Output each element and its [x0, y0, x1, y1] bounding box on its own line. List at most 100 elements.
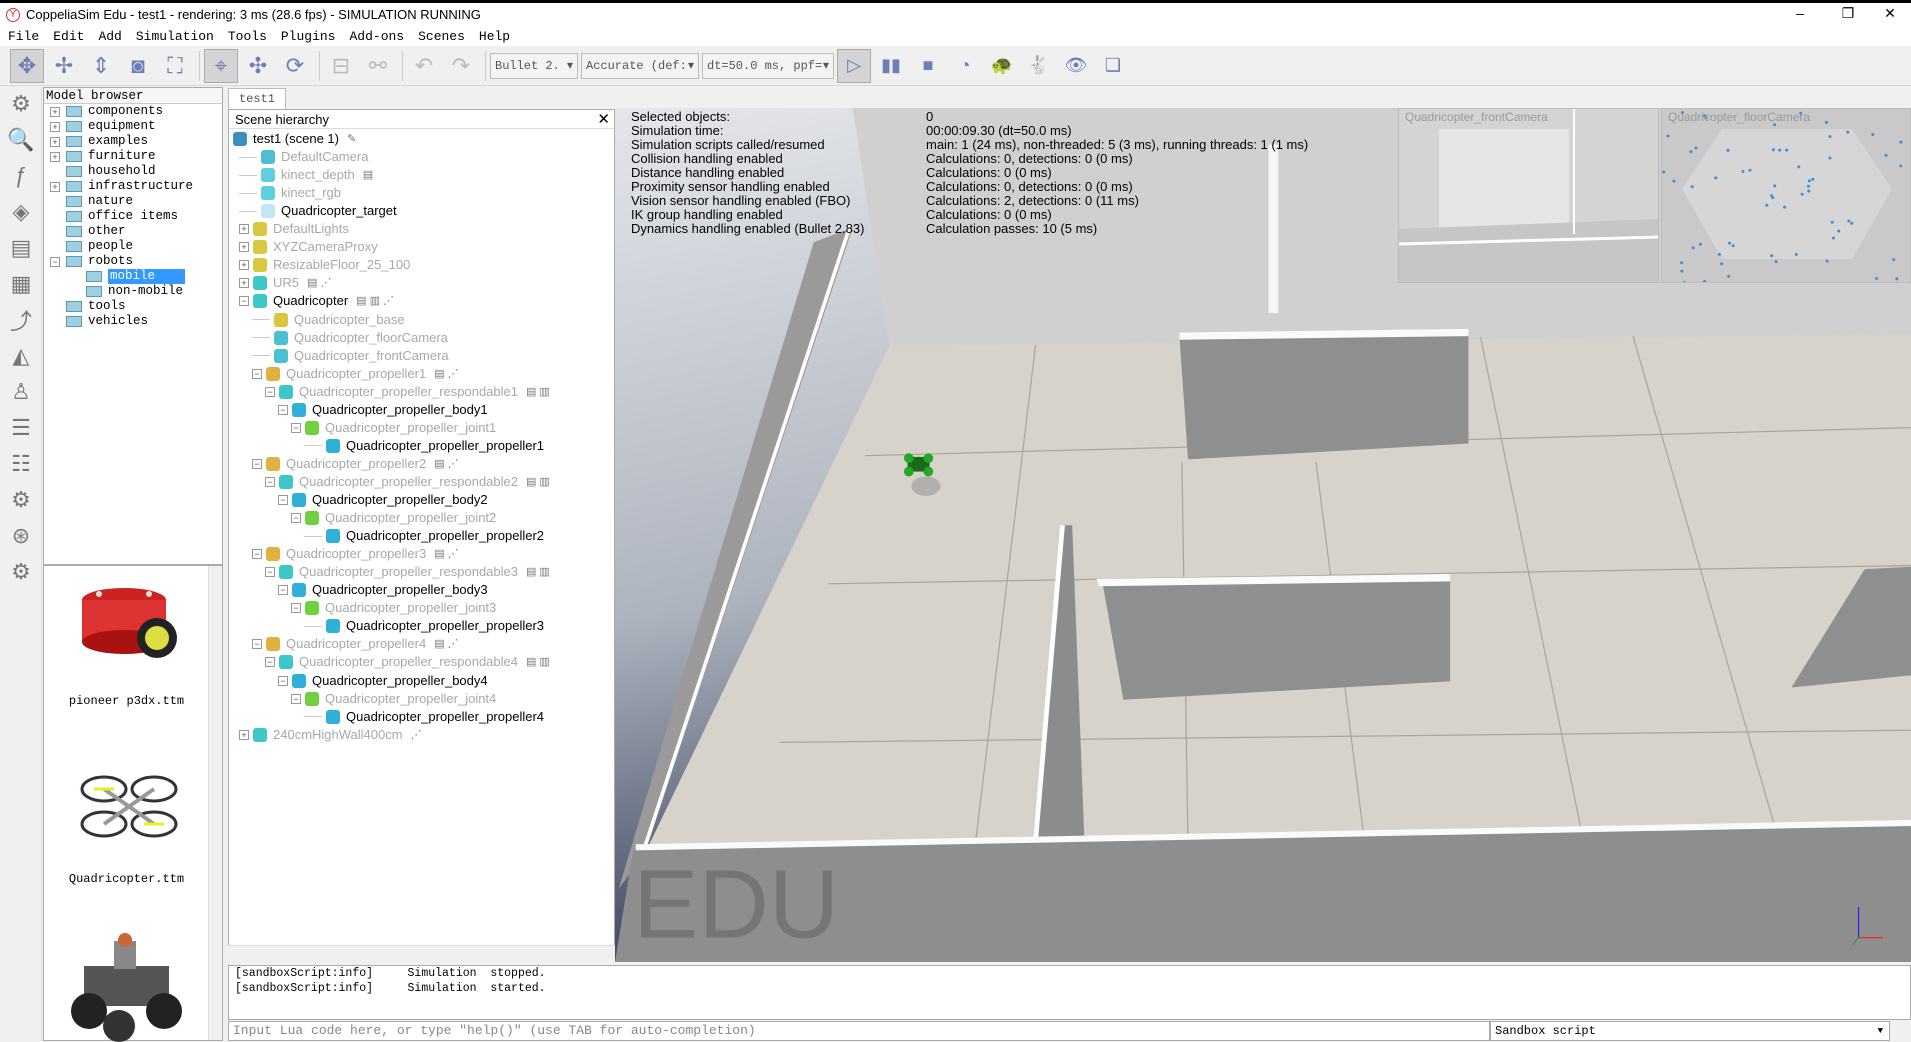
restore-button[interactable]: ❐ [1828, 5, 1868, 22]
expander-icon[interactable] [239, 210, 257, 212]
expander-icon[interactable] [50, 212, 60, 222]
hierarchy-item[interactable]: Quadricopter_floorCamera [252, 329, 448, 347]
hierarchy-item[interactable]: − Quadricopter_propeller_respondable1 ▤ ▥ [265, 383, 550, 401]
object-extras-icon[interactable]: ▤ ⋰ [434, 635, 458, 653]
expander-icon[interactable]: − [265, 567, 275, 578]
model-folder-non-mobile[interactable]: non-mobile [44, 284, 222, 299]
expander-icon[interactable] [70, 272, 80, 282]
expander-icon[interactable]: − [291, 513, 301, 524]
hierarchy-item[interactable]: kinect_rgb [239, 184, 341, 202]
realtime-icon[interactable]: ◔ [948, 49, 982, 83]
model-folder-robots[interactable]: − robots [44, 254, 222, 269]
menu-add-ons[interactable]: Add-ons [341, 29, 410, 44]
hierarchy-horizontal-scrollbar[interactable] [228, 945, 615, 962]
click-selection-icon[interactable]: ⌖ [204, 48, 238, 83]
user-settings-icon[interactable]: ☰ [0, 410, 42, 446]
expander-icon[interactable] [252, 319, 270, 320]
object-extras-icon[interactable]: ▤ ⋰ [434, 455, 458, 473]
hierarchy-item[interactable]: − Quadricopter_propeller_body4 [278, 672, 488, 690]
timestep-dropdown[interactable]: dt=50.0 ms, ppf= ▾ [702, 52, 834, 79]
camera-pan-icon[interactable]: ✥ [10, 48, 44, 83]
object-extras-icon[interactable]: ▤ ▥ [526, 473, 550, 491]
object-extras-icon[interactable]: ⋰ [411, 726, 422, 744]
expander-icon[interactable]: − [278, 404, 288, 415]
expander-icon[interactable]: + [239, 242, 249, 253]
expander-icon[interactable]: − [291, 422, 301, 433]
path-edit-icon[interactable]: ⤴ [0, 302, 42, 338]
page-selector-icon[interactable]: ❏ [1096, 49, 1130, 83]
model-folder-household[interactable]: household [44, 164, 222, 179]
expander-icon[interactable]: + [239, 224, 249, 235]
object-extras-icon[interactable]: ✎ [347, 130, 356, 148]
selection-icon[interactable]: 🔍 [0, 122, 42, 158]
hierarchy-item[interactable]: Quadricopter_base [252, 311, 405, 329]
minimize-button[interactable]: – [1780, 5, 1820, 21]
expander-icon[interactable]: − [252, 368, 262, 379]
expander-icon[interactable]: − [50, 256, 60, 267]
hierarchy-item[interactable]: + DefaultLights [239, 220, 349, 238]
object-shift-icon[interactable]: ✣ [241, 49, 275, 83]
expander-icon[interactable] [239, 192, 257, 194]
model-folder-components[interactable]: + components [44, 104, 222, 119]
hierarchy-item[interactable]: − Quadricopter_propeller_body1 [278, 401, 488, 419]
expander-icon[interactable]: − [252, 458, 262, 469]
hierarchy-item[interactable]: test1 (scene 1) ✎ [233, 130, 356, 148]
expander-icon[interactable]: − [252, 639, 262, 650]
model-folder-vehicles[interactable]: vehicles [44, 314, 222, 329]
expander-icon[interactable]: − [252, 549, 262, 560]
expander-icon[interactable]: + [239, 260, 249, 271]
expander-icon[interactable]: + [239, 729, 249, 740]
transfer-dna-icon[interactable]: ⚯ [361, 49, 395, 83]
calculation-modules-icon[interactable]: ƒ [0, 158, 42, 194]
hierarchy-item[interactable]: − Quadricopter_propeller_joint3 [291, 599, 496, 617]
hierarchy-item[interactable]: − Quadricopter_propeller1 ▤ ⋰ [252, 365, 459, 383]
hierarchy-item[interactable]: − Quadricopter_propeller_body2 [278, 491, 488, 509]
model-folder-examples[interactable]: + examples [44, 134, 222, 149]
camera-rotate-icon[interactable]: ✢ [47, 49, 81, 83]
hierarchy-item[interactable]: Quadricopter_propeller_propeller4 [304, 708, 544, 726]
object-extras-icon[interactable]: ▤ ▥ [526, 563, 550, 581]
expander-icon[interactable] [50, 317, 60, 327]
hierarchy-item[interactable]: Quadricopter_target [239, 202, 397, 220]
object-extras-icon[interactable]: ▤ ⋰ [434, 545, 458, 563]
menu-tools[interactable]: Tools [220, 29, 273, 44]
thumbnails-scrollbar[interactable] [208, 566, 222, 1040]
object-extras-icon[interactable]: ▤ ⋰ [307, 274, 331, 292]
expander-icon[interactable]: − [265, 386, 275, 397]
expander-icon[interactable] [50, 302, 60, 312]
lua-command-input[interactable]: Input Lua code here, or type "help()" (u… [228, 1021, 1490, 1041]
tab-test1[interactable]: test1 [228, 88, 286, 109]
expander-icon[interactable] [304, 535, 322, 537]
expander-icon[interactable] [50, 227, 60, 237]
expander-icon[interactable] [252, 337, 270, 339]
pioneer-thumbnail[interactable] [59, 578, 194, 678]
scene-hierarchy-toggle-icon[interactable]: ⚙ [0, 482, 42, 518]
hierarchy-item[interactable]: + ResizableFloor_25_100 [239, 256, 410, 274]
video-recorder-icon[interactable]: ⊛ [0, 518, 42, 554]
layers-icon[interactable]: ◭ [0, 338, 42, 374]
expander-icon[interactable] [50, 197, 60, 207]
expander-icon[interactable]: − [291, 693, 301, 704]
expander-icon[interactable]: − [265, 476, 275, 487]
model-folder-equipment[interactable]: + equipment [44, 119, 222, 134]
vehicle-thumbnail[interactable] [59, 926, 194, 1042]
hierarchy-item[interactable]: DefaultCamera [239, 148, 368, 166]
model-browser-toggle-icon[interactable]: ☷ [0, 446, 42, 482]
front-camera-view[interactable]: Quadricopter_frontCamera [1398, 108, 1659, 283]
menu-file[interactable]: File [0, 29, 45, 44]
menu-help[interactable]: Help [471, 29, 516, 44]
hierarchy-item[interactable]: − Quadricopter_propeller2 ▤ ⋰ [252, 455, 459, 473]
object-extras-icon[interactable]: ▤ [363, 166, 373, 184]
hierarchy-item[interactable]: − Quadricopter_propeller_joint1 [291, 419, 496, 437]
fit-to-view-icon[interactable]: ⛶ [158, 49, 192, 83]
expander-icon[interactable] [70, 287, 80, 297]
floor-camera-view[interactable]: Quadricopter_floorCamera [1661, 108, 1911, 283]
hierarchy-item[interactable]: − Quadricopter_propeller_respondable4 ▤ ▥ [265, 653, 550, 671]
expander-icon[interactable]: + [50, 136, 60, 147]
scripts-icon[interactable]: ▤ [0, 230, 42, 266]
stop-simulation-icon[interactable]: ■ [911, 49, 945, 83]
menu-plugins[interactable]: Plugins [273, 29, 342, 44]
close-hierarchy-button[interactable]: ✕ [597, 110, 610, 128]
hierarchy-item[interactable]: − Quadricopter_propeller_joint4 [291, 690, 496, 708]
pause-simulation-icon[interactable]: ▮▮ [874, 49, 908, 83]
